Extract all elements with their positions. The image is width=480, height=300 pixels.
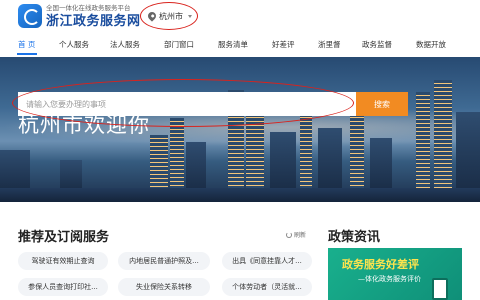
skyline-building (270, 132, 296, 190)
refresh-button[interactable]: 刷新 (286, 230, 306, 239)
refresh-label: 刷新 (294, 232, 307, 239)
nav-item-departments[interactable]: 部门窗口 (164, 39, 194, 50)
nav-item-gov-supervision[interactable]: 政务监督 (362, 39, 392, 50)
promo-title: 政务服务好差评 (342, 258, 419, 271)
skyline-building (150, 135, 168, 190)
skyline-building (170, 118, 184, 190)
service-item[interactable]: 驾驶证有效期止查询 (18, 252, 108, 270)
nav-active-indicator (17, 53, 37, 55)
site-header: 全国一体化在线政务服务平台 浙江政务服务网 杭州市 (0, 0, 480, 34)
nav-item-rating[interactable]: 好差评 (272, 39, 295, 50)
skyline-building (434, 80, 452, 190)
service-item[interactable]: 内地居民普通护照及... (118, 252, 210, 270)
brand-title[interactable]: 浙江政务服务网 (46, 10, 141, 29)
refresh-icon (286, 231, 292, 238)
nav-item-supervise[interactable]: 浙里督 (318, 39, 341, 50)
phone-icon (432, 278, 448, 300)
skyline-building (456, 112, 480, 190)
skyline-building (370, 138, 392, 190)
skyline-building (350, 106, 364, 190)
news-section-title: 政策资讯 (328, 230, 381, 245)
promo-subtitle: —体化政务服务评价 (358, 275, 421, 283)
hero-banner: 杭州市欢迎你 (0, 57, 480, 202)
rating-promo-banner[interactable]: 政务服务好差评 —体化政务服务评价 (328, 248, 462, 300)
nav-item-corporate[interactable]: 法人服务 (110, 39, 140, 50)
skyline-building (60, 160, 82, 190)
location-label: 杭州市 (159, 11, 183, 21)
skyline-building (318, 128, 342, 190)
skyline-building (186, 142, 206, 190)
site-logo-icon[interactable] (18, 4, 42, 28)
nav-item-home[interactable]: 首 页 (18, 39, 35, 50)
nav-item-personal[interactable]: 个人服务 (59, 39, 89, 50)
location-pin-icon (146, 10, 158, 22)
search-input[interactable] (18, 92, 356, 116)
location-selector[interactable]: 杭州市 (146, 9, 192, 23)
service-item[interactable]: 出具《同意挂靠人才... (222, 252, 312, 270)
nav-item-service-list[interactable]: 服务清单 (218, 39, 248, 50)
services-section-title: 推荐及订阅服务 (18, 230, 110, 245)
main-nav: 首 页 个人服务 法人服务 部门窗口 服务清单 好差评 浙里督 政务监督 数据开… (0, 34, 480, 56)
river-reflection (0, 188, 480, 202)
service-item[interactable]: 参保人员查询打印社... (18, 278, 108, 296)
skyline-building (246, 110, 264, 190)
search-button[interactable]: 搜索 (356, 92, 408, 116)
nav-item-open-data[interactable]: 数据开放 (416, 39, 446, 50)
service-item[interactable]: 个体劳动者（灵活就... (222, 278, 312, 296)
skyline-building (416, 92, 430, 190)
chevron-down-icon (188, 14, 192, 18)
service-item[interactable]: 失业保险关系转移 (118, 278, 210, 296)
skyline-building (0, 150, 30, 190)
